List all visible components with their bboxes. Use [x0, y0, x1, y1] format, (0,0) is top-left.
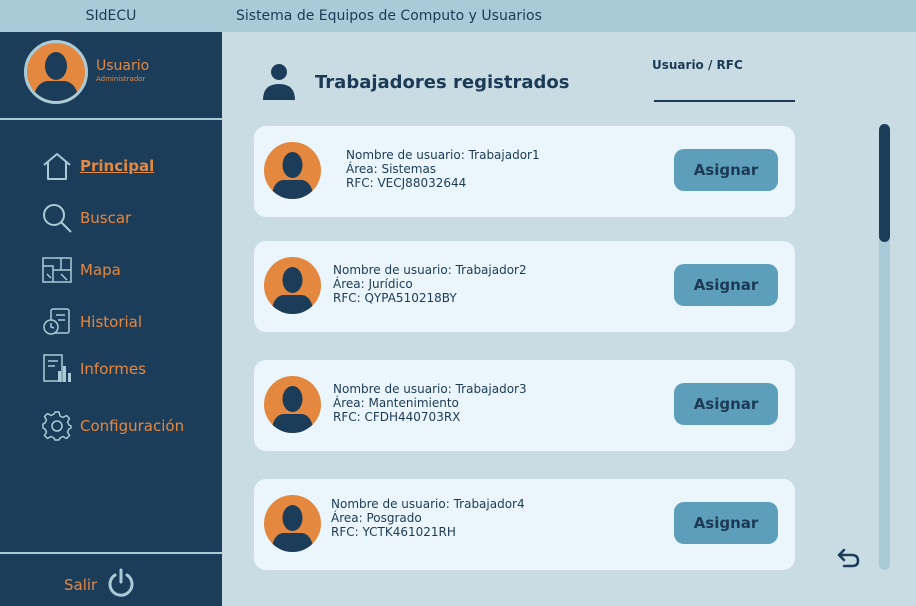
avatar — [264, 376, 321, 433]
sidebar-item-informes[interactable]: Informes — [40, 352, 146, 386]
sidebar-item-configuracion[interactable]: Configuración — [40, 409, 184, 443]
worker-card: Nombre de usuario: Trabajador1 Área: Sis… — [254, 126, 795, 217]
worker-area: Área: Posgrado — [331, 511, 422, 525]
logout-button[interactable]: Salir — [64, 568, 137, 602]
worker-card: Nombre de usuario: Trabajador2 Área: Jur… — [254, 241, 795, 332]
worker-username: Nombre de usuario: Trabajador4 — [331, 497, 525, 511]
sidebar-divider — [0, 118, 222, 120]
search-input[interactable] — [654, 80, 795, 102]
sidebar-item-historial[interactable]: Historial — [40, 305, 142, 339]
scrollbar[interactable] — [879, 124, 890, 570]
avatar[interactable] — [24, 40, 88, 104]
sidebar-divider — [0, 552, 222, 554]
avatar — [264, 257, 321, 314]
sidebar-item-label: Principal — [80, 157, 155, 175]
sidebar-item-mapa[interactable]: Mapa — [40, 253, 121, 287]
sidebar-item-buscar[interactable]: Buscar — [40, 201, 131, 235]
user-silhouette-icon — [271, 505, 314, 552]
worker-card: Nombre de usuario: Trabajador4 Área: Pos… — [254, 479, 795, 570]
profile-role: Administrador — [96, 75, 146, 83]
reports-icon — [40, 352, 74, 386]
sidebar-item-label: Mapa — [80, 261, 121, 279]
assign-button[interactable]: Asignar — [674, 502, 778, 544]
user-icon — [260, 62, 298, 102]
worker-info: Nombre de usuario: Trabajador4 Área: Pos… — [331, 497, 525, 539]
user-silhouette-icon — [271, 386, 314, 433]
worker-rfc: RFC: CFDH440703RX — [333, 410, 461, 424]
worker-rfc: RFC: YCTK461021RH — [331, 525, 456, 539]
scrollbar-thumb[interactable] — [879, 124, 890, 242]
assign-button[interactable]: Asignar — [674, 383, 778, 425]
sidebar: Usuario Administrador Principal Buscar M… — [0, 32, 222, 606]
page-title: Trabajadores registrados — [315, 72, 570, 93]
worker-area: Área: Jurídico — [333, 277, 413, 291]
sidebar-item-label: Historial — [80, 313, 143, 331]
search-icon — [40, 201, 74, 235]
home-icon — [40, 149, 74, 183]
app-brand: SIdECU — [85, 8, 137, 24]
worker-rfc: RFC: VECJ88032644 — [346, 176, 467, 190]
worker-username: Nombre de usuario: Trabajador1 — [346, 148, 540, 162]
sidebar-item-principal[interactable]: Principal — [40, 149, 154, 183]
system-title: Sistema de Equipos de Computo y Usuarios — [236, 8, 542, 24]
back-icon[interactable] — [836, 544, 862, 570]
user-silhouette-icon — [271, 267, 314, 314]
assign-button[interactable]: Asignar — [674, 149, 778, 191]
top-bar: SIdECU Sistema de Equipos de Computo y U… — [0, 0, 916, 32]
worker-area: Área: Sistemas — [346, 162, 437, 176]
profile-name: Usuario — [96, 58, 150, 74]
history-icon — [40, 305, 74, 339]
worker-info: Nombre de usuario: Trabajador3 Área: Man… — [333, 382, 527, 424]
sidebar-item-label: Informes — [80, 360, 146, 378]
map-icon — [40, 253, 74, 287]
search-label: Usuario / RFC — [652, 58, 743, 72]
worker-username: Nombre de usuario: Trabajador2 — [333, 263, 527, 277]
sidebar-item-label: Configuración — [80, 417, 185, 435]
sidebar-item-label: Buscar — [80, 209, 132, 227]
avatar — [264, 142, 321, 199]
power-icon — [105, 567, 137, 603]
avatar — [264, 495, 321, 552]
worker-info: Nombre de usuario: Trabajador1 Área: Sis… — [346, 148, 540, 190]
worker-rfc: RFC: QYPA510218BY — [333, 291, 457, 305]
gear-icon — [40, 409, 74, 443]
assign-button[interactable]: Asignar — [674, 264, 778, 306]
logout-label: Salir — [64, 576, 98, 594]
worker-info: Nombre de usuario: Trabajador2 Área: Jur… — [333, 263, 527, 305]
user-silhouette-icon — [271, 152, 314, 199]
worker-area: Área: Mantenimiento — [333, 396, 459, 410]
worker-card: Nombre de usuario: Trabajador3 Área: Man… — [254, 360, 795, 451]
worker-username: Nombre de usuario: Trabajador3 — [333, 382, 527, 396]
user-silhouette-icon — [33, 52, 79, 101]
